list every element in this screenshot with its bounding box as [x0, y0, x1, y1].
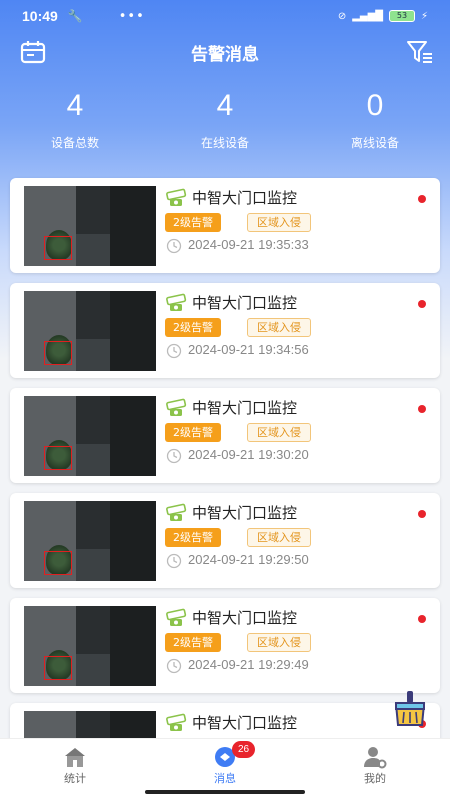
- tab-profile[interactable]: 我的: [300, 739, 450, 800]
- snapshot-thumbnail[interactable]: [24, 501, 156, 581]
- clock-icon: [166, 343, 182, 359]
- stat-value: 0: [366, 89, 384, 122]
- filter-icon[interactable]: [406, 39, 434, 65]
- tab-stats[interactable]: 统计: [0, 739, 150, 800]
- detection-box: [44, 236, 72, 260]
- camera-name: 中智大门口监控: [192, 294, 298, 312]
- clear-broom-icon[interactable]: [390, 688, 430, 728]
- detection-box: [44, 551, 72, 575]
- stat-online[interactable]: 4 在线设备: [150, 86, 300, 151]
- status-dots: •••: [118, 8, 145, 24]
- stats-icon: [65, 748, 85, 767]
- detection-box: [44, 341, 72, 365]
- alert-time: 2024-09-21 19:35:33: [188, 237, 309, 252]
- clock-icon: [166, 658, 182, 674]
- status-bar: 10:49 🔧 ••• ⊘ ▂▄▆█ 53 ⚡: [0, 0, 450, 32]
- alert-type-tag: 区域入侵: [247, 213, 311, 232]
- camera-icon: [166, 188, 187, 206]
- alert-time: 2024-09-21 19:29:50: [188, 552, 309, 567]
- wrench-icon: 🔧: [67, 9, 83, 23]
- tab-label: 我的: [364, 772, 386, 785]
- detection-box: [44, 656, 72, 680]
- snapshot-thumbnail[interactable]: [24, 396, 156, 476]
- camera-name: 中智大门口监控: [192, 399, 298, 417]
- tab-label: 消息: [214, 772, 236, 785]
- stat-total[interactable]: 4 设备总数: [0, 86, 150, 151]
- clock-icon: [166, 238, 182, 254]
- stat-label: 在线设备: [200, 136, 249, 150]
- unread-dot: [418, 615, 426, 623]
- alert-type-tag: 区域入侵: [247, 633, 311, 652]
- unread-dot: [418, 300, 426, 308]
- alert-level-tag: 2级告警: [165, 423, 221, 442]
- signal-icon: ▂▄▆█: [352, 10, 383, 22]
- alert-list: 中智大门口监控 2级告警 区域入侵 2024-09-21 19:35:33 中智…: [10, 178, 440, 800]
- alert-card[interactable]: 中智大门口监控 2级告警 区域入侵 2024-09-21 19:34:56: [10, 283, 440, 378]
- camera-icon: [166, 503, 187, 521]
- snapshot-thumbnail[interactable]: [24, 186, 156, 266]
- camera-icon: [166, 713, 187, 731]
- charging-icon: ⚡: [420, 10, 428, 22]
- nav-bar: 告警消息: [0, 34, 450, 70]
- clock-icon: [166, 448, 182, 464]
- thumb-door: [110, 186, 156, 266]
- alert-card[interactable]: 中智大门口监控 2级告警 区域入侵 2024-09-21 19:29:49: [10, 598, 440, 693]
- unread-dot: [418, 195, 426, 203]
- stat-value: 4: [216, 89, 234, 122]
- tab-label: 统计: [64, 772, 86, 785]
- alert-card[interactable]: 中智大门口监控 2级告警 区域入侵 2024-09-21 19:35:33: [10, 178, 440, 273]
- camera-icon: [166, 398, 187, 416]
- alert-time: 2024-09-21 19:34:56: [188, 342, 309, 357]
- camera-name: 中智大门口监控: [192, 714, 298, 732]
- home-indicator[interactable]: [145, 790, 305, 794]
- clock-icon: [166, 553, 182, 569]
- profile-icon: [364, 747, 387, 769]
- alert-level-tag: 2级告警: [165, 528, 221, 547]
- stat-label: 设备总数: [50, 136, 99, 150]
- camera-name: 中智大门口监控: [192, 609, 298, 627]
- page-title: 告警消息: [191, 45, 259, 65]
- alert-type-tag: 区域入侵: [247, 423, 311, 442]
- alert-type-tag: 区域入侵: [247, 318, 311, 337]
- link-icon: ⊘: [337, 10, 347, 22]
- stat-value: 4: [66, 89, 84, 122]
- thumb-door: [110, 396, 156, 476]
- alert-time: 2024-09-21 19:30:20: [188, 447, 309, 462]
- alert-type-tag: 区域入侵: [247, 528, 311, 547]
- thumb-door: [110, 606, 156, 686]
- unread-dot: [418, 510, 426, 518]
- alert-level-tag: 2级告警: [165, 318, 221, 337]
- unread-dot: [418, 405, 426, 413]
- camera-name: 中智大门口监控: [192, 504, 298, 522]
- stat-offline[interactable]: 0 离线设备: [300, 86, 450, 151]
- device-stats: 4 设备总数 4 在线设备 0 离线设备: [0, 86, 450, 151]
- battery-icon: 53: [388, 10, 415, 22]
- camera-icon: [166, 608, 187, 626]
- status-time: 10:49: [22, 8, 58, 24]
- alert-card[interactable]: 中智大门口监控 2级告警 区域入侵 2024-09-21 19:30:20: [10, 388, 440, 483]
- thumb-door: [110, 291, 156, 371]
- camera-icon: [166, 293, 187, 311]
- camera-name: 中智大门口监控: [192, 189, 298, 207]
- unread-badge: 26: [232, 741, 256, 758]
- alert-time: 2024-09-21 19:29:49: [188, 657, 309, 672]
- detection-box: [44, 446, 72, 470]
- stat-label: 离线设备: [350, 136, 399, 150]
- alert-level-tag: 2级告警: [165, 633, 221, 652]
- snapshot-thumbnail[interactable]: [24, 606, 156, 686]
- thumb-door: [110, 501, 156, 581]
- status-right: ⊘ ▂▄▆█ 53 ⚡: [338, 10, 428, 22]
- alert-level-tag: 2级告警: [165, 213, 221, 232]
- snapshot-thumbnail[interactable]: [24, 291, 156, 371]
- alert-card[interactable]: 中智大门口监控 2级告警 区域入侵 2024-09-21 19:29:50: [10, 493, 440, 588]
